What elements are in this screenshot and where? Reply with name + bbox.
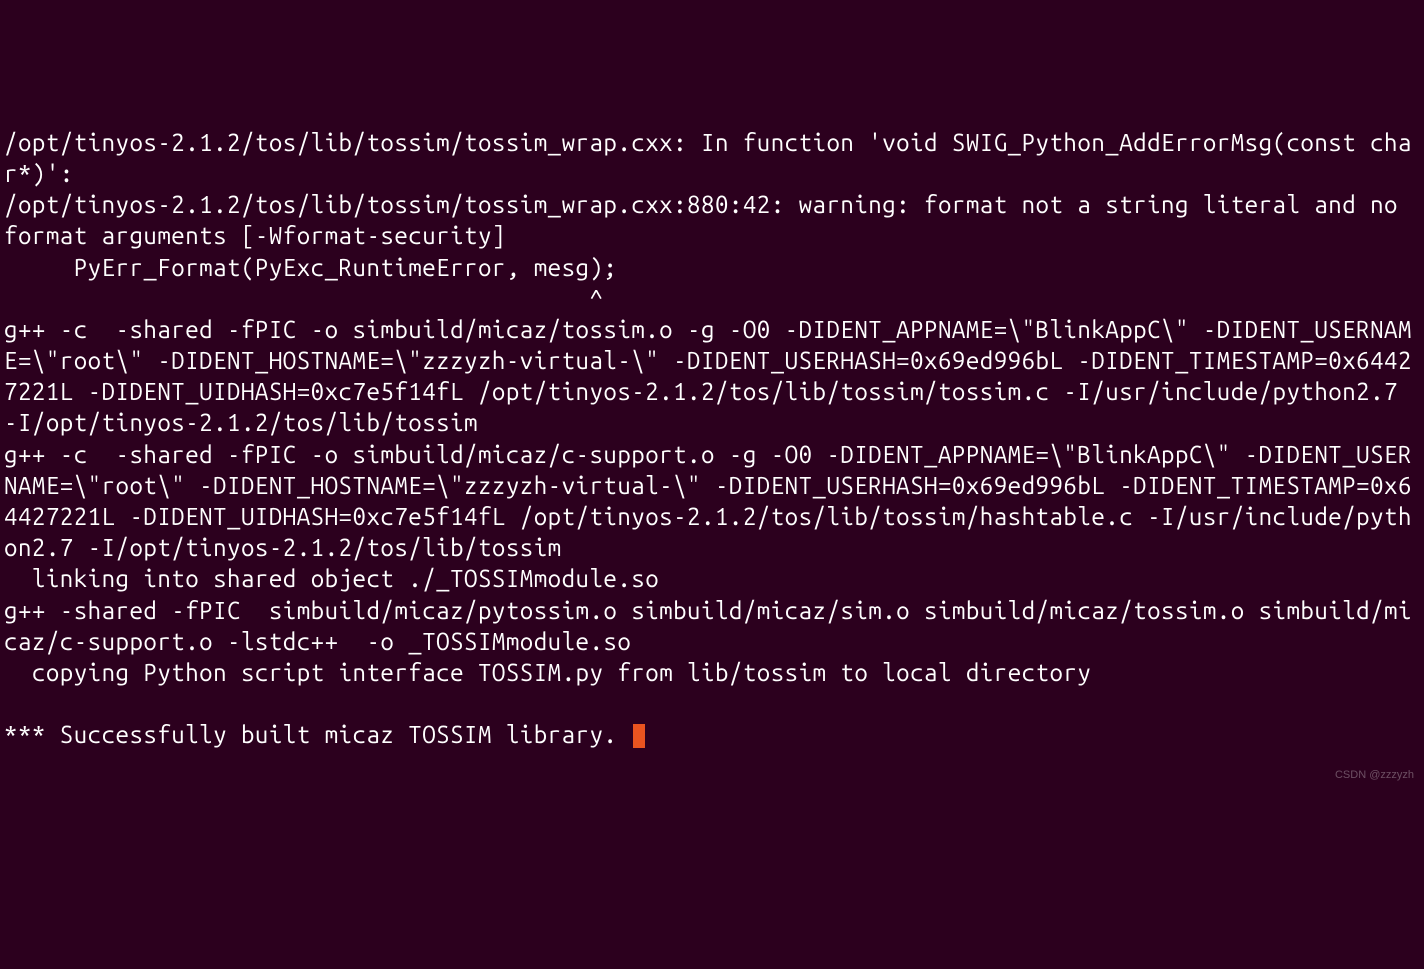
terminal-line: copying Python script interface TOSSIM.p… [4,659,1091,686]
terminal-line: /opt/tinyos-2.1.2/tos/lib/tossim/tossim_… [4,129,1412,187]
terminal-cursor [633,724,645,748]
terminal-line: PyErr_Format(PyExc_RuntimeError, mesg); [4,254,617,281]
terminal-line: g++ -c -shared -fPIC -o simbuild/micaz/c… [4,441,1412,562]
watermark: CSDN @zzzyzh [1335,768,1414,782]
terminal-line: linking into shared object ./_TOSSIMmodu… [4,565,659,592]
terminal-output[interactable]: /opt/tinyos-2.1.2/tos/lib/tossim/tossim_… [4,127,1420,751]
terminal-line: /opt/tinyos-2.1.2/tos/lib/tossim/tossim_… [4,191,1412,249]
terminal-line: ^ [4,285,603,312]
terminal-line: g++ -shared -fPIC simbuild/micaz/pytossi… [4,597,1412,655]
terminal-line: *** Successfully built micaz TOSSIM libr… [4,721,631,748]
terminal-line: g++ -c -shared -fPIC -o simbuild/micaz/t… [4,316,1412,437]
